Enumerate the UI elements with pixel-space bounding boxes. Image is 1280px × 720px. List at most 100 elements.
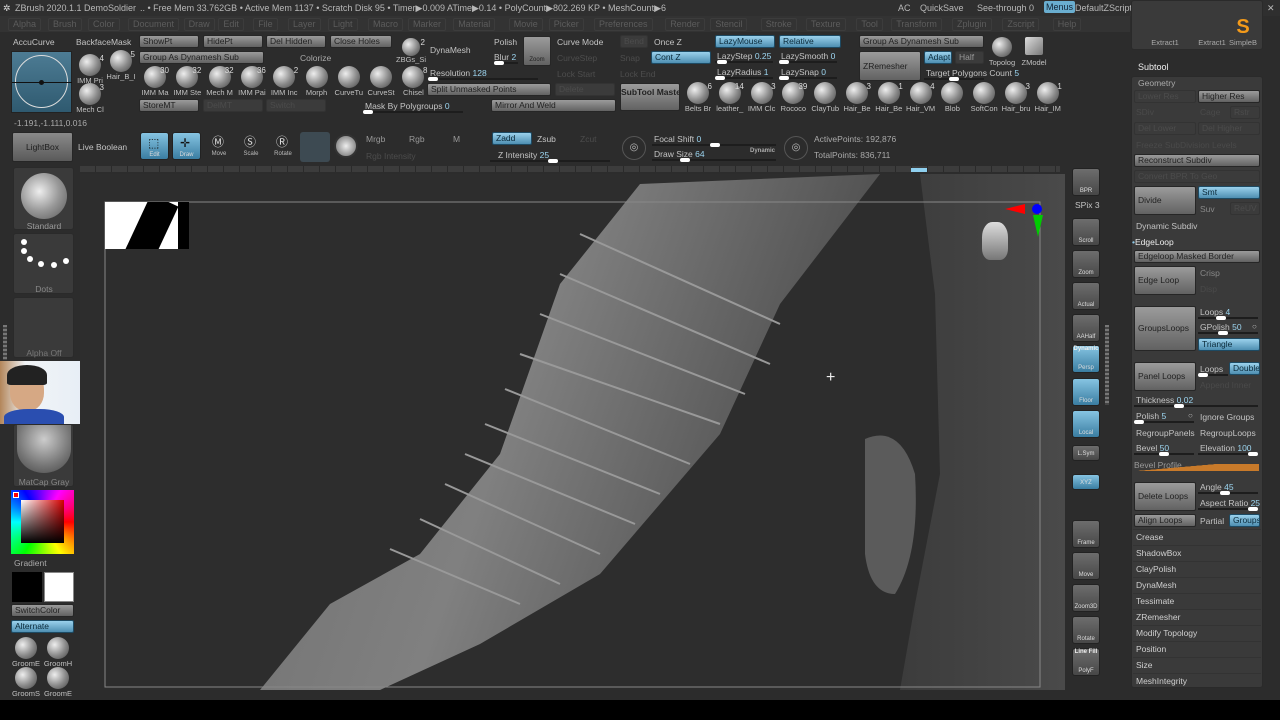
section-position[interactable]: Position [1133,641,1261,657]
menu-stencil[interactable]: Stencil [710,18,748,31]
panel-loops-button[interactable]: Panel Loops [1134,362,1196,391]
polyf-button[interactable]: Line Fill PolyF [1072,648,1100,676]
draw-size-slider[interactable]: Draw Size 64 [654,149,705,159]
smt-toggle[interactable]: Smt [1198,186,1260,199]
subtool-thumb[interactable]: Extract1 [1197,16,1227,50]
lightbox-button[interactable]: LightBox [12,132,73,162]
alternate-toggle[interactable]: Alternate [11,620,74,633]
cage-button[interactable]: Cage [1200,107,1220,117]
elevation-knob[interactable] [1248,452,1258,456]
lock-end-toggle[interactable]: Lock End [620,69,655,79]
del-higher-button[interactable]: Del Higher [1198,122,1260,135]
lazyradius-slider[interactable]: LazyRadius 1 [717,67,769,77]
menu-zplugin[interactable]: Zplugin [952,18,992,31]
draw-size-icon[interactable]: ◎ [784,136,808,160]
menu-preferences[interactable]: Preferences [594,18,653,31]
double-toggle[interactable]: Double [1229,362,1260,375]
brush-tile[interactable]: SoftCon [969,82,999,116]
menu-brush[interactable]: Brush [48,18,82,31]
group-as-dynamesh-sub-button[interactable]: Group As Dynamesh Sub [139,51,264,64]
menu-movie[interactable]: Movie [508,18,543,31]
reconstruct-subdiv-button[interactable]: Reconstruct Subdiv [1134,154,1260,167]
actual-button[interactable]: Actual [1072,282,1100,310]
topology-tile[interactable]: Topolog [987,37,1017,71]
delete-button[interactable]: Delete [555,83,615,96]
brush-tile[interactable]: 36 IMM Pai [237,66,267,100]
thickness-slider[interactable]: Thickness 0.02 [1136,395,1193,405]
material-selector[interactable]: MatCap Gray [13,424,74,487]
curve-point[interactable] [39,80,44,85]
zbgs-tile[interactable]: 2 ZBGs_Si [396,38,426,64]
angle-knob[interactable] [1220,491,1230,495]
snap-toggle[interactable]: Snap [620,53,640,63]
curvestep-slider[interactable]: CurveStep [557,53,597,63]
switchcolor-button[interactable]: SwitchColor [11,604,74,617]
menus-toggle[interactable]: Menus [1044,1,1076,13]
crisp-toggle[interactable]: Crisp [1200,268,1220,278]
persp-button[interactable]: Dynamic Persp [1072,345,1100,373]
menu-macro[interactable]: Macro [368,18,404,31]
ruler-marker[interactable] [911,168,927,172]
subtool-master-button[interactable]: SubTool Master [620,83,680,111]
subtool-thumb[interactable]: Extract1 [1135,16,1195,50]
group-as-dynamesh-sub-button-2[interactable]: Group As Dynamesh Sub [859,35,984,48]
section-tessimate[interactable]: Tessimate [1133,593,1261,609]
menu-stroke[interactable]: Stroke [760,18,797,31]
frame-button[interactable]: Frame [1072,520,1100,548]
brush-tile[interactable]: 3 Mech Cl [75,83,105,117]
lazysmooth-slider[interactable]: LazySmooth 0 [781,51,835,61]
groom-brush-tile[interactable]: GroomH [43,637,73,671]
lock-start-toggle[interactable]: Lock Start [557,69,595,79]
sdiv-slider[interactable]: SDiv [1136,107,1154,117]
divide-button[interactable]: Divide [1134,186,1196,215]
brush-tile[interactable]: 4 Hair_VM [906,82,936,116]
dynamic-toggle[interactable]: Dynamic [750,148,775,154]
menu-picker[interactable]: Picker [548,18,584,31]
color-mode-swatch[interactable] [300,132,330,162]
draw-size-knob[interactable] [680,158,690,162]
polish-knob[interactable] [1134,420,1144,424]
brush-tile[interactable]: 8 Chisel [398,66,428,100]
lazymouse-toggle[interactable]: LazyMouse [715,35,775,48]
rotate-mode-button[interactable]: Ⓡ Rotate [269,132,297,160]
menu-zscript[interactable]: Zscript [1002,18,1040,31]
dynamic-subdiv-section[interactable]: Dynamic Subdiv [1136,221,1197,231]
subtool-palette-header[interactable]: Subtool [1138,62,1169,72]
regroup-panels-button[interactable]: RegroupPanels [1136,428,1195,438]
brush-tile[interactable]: Blob [937,82,967,116]
see-through-slider[interactable]: See-through 0 [977,3,1034,13]
stroke-selector[interactable]: Dots [13,233,74,294]
menu-file[interactable]: File [253,18,278,31]
menu-document[interactable]: Document [128,18,180,31]
draw-mode-button[interactable]: ✛ Draw [172,132,201,160]
brush-tile[interactable]: 32 Mech M [205,66,235,100]
hue-marker[interactable] [13,492,19,498]
aspect-ratio-knob[interactable] [1248,507,1258,511]
ignore-groups-toggle[interactable]: Ignore Groups [1200,412,1254,422]
alpha-selector[interactable]: Alpha Off [13,297,74,358]
left-scroll-handle[interactable] [3,325,7,360]
zsub-toggle[interactable]: Zsub [537,134,556,144]
menu-light[interactable]: Light [328,18,358,31]
focal-shift-icon[interactable]: ◎ [622,136,646,160]
storemt-button[interactable]: StoreMT [139,99,199,112]
switch-button[interactable]: Switch [266,99,326,112]
gpolish-knob[interactable] [1218,331,1228,335]
brush-tile[interactable]: 3 Hair_bru [1001,82,1031,116]
brush-tile[interactable]: 30 IMM Ma [140,66,170,100]
focal-shift-knob[interactable] [710,143,720,147]
reuv-button[interactable]: ReUV [1230,202,1260,215]
suv-toggle[interactable]: Suv [1200,204,1215,214]
append-inner-toggle[interactable]: Append Inner [1200,380,1251,390]
gradient-toggle[interactable]: Gradient [14,558,47,568]
rstr-button[interactable]: Rstr [1230,106,1260,119]
head-navigator[interactable] [980,218,1010,263]
rgb-intensity-slider[interactable]: Rgb Intensity [366,151,416,161]
resolution-slider[interactable]: Resolution 128 [430,68,487,78]
target-polygons-knob[interactable] [949,77,959,81]
zoom3d-button[interactable]: Zoom3D [1072,584,1100,612]
groupsloops-button[interactable]: GroupsLoops [1134,306,1196,351]
section-modify-topology[interactable]: Modify Topology [1133,625,1261,641]
zmodeler-tile[interactable]: ZModel [1019,37,1049,71]
bend-toggle[interactable]: Bend [620,35,648,48]
